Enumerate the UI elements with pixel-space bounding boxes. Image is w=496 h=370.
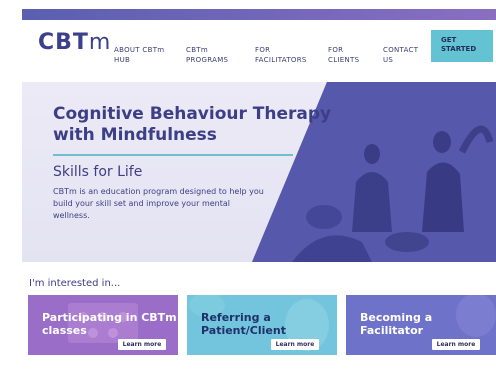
cta-label: STARTED [441, 45, 477, 53]
learn-more-button[interactable]: Learn more [271, 339, 319, 350]
nav-programs[interactable]: CBTm PROGRAMS [186, 45, 228, 65]
hero-section: Cognitive Behaviour Therapy with Mindful… [22, 82, 496, 262]
nav-label: CLIENTS [328, 56, 360, 64]
hero-subtitle: Skills for Life [53, 164, 143, 180]
nav-label: US [383, 56, 394, 64]
card-label: Referring a Patient/Client [201, 311, 286, 337]
nav-label: FOR [328, 46, 344, 54]
card-referring[interactable]: Referring a Patient/Client Learn more [187, 295, 337, 355]
nav-contact[interactable]: CONTACT US [383, 45, 418, 65]
nav-label: PROGRAMS [186, 56, 229, 64]
hero-description: CBTm is an education program designed to… [53, 187, 264, 220]
interest-heading: I'm interested in... [29, 278, 121, 289]
card-facilitator[interactable]: Becoming a Facilitator Learn more [346, 295, 496, 355]
nav-label: FOR [255, 46, 271, 54]
nav-label: FACILITATORS [255, 56, 307, 64]
learn-more-button[interactable]: Learn more [432, 339, 480, 350]
nav-clients[interactable]: FOR CLIENTS [328, 45, 359, 65]
hero-divider [53, 154, 293, 156]
get-started-button[interactable]: GET STARTED [431, 30, 493, 62]
nav-label: CONTACT [383, 46, 419, 54]
nav-label: ABOUT CBTm [114, 46, 165, 54]
card-label: Becoming a Facilitator [360, 311, 433, 337]
learn-more-button[interactable]: Learn more [118, 339, 166, 350]
card-participating[interactable]: Participating in CBTm classes Learn more [28, 295, 178, 355]
nav-label: CBTm [186, 46, 208, 54]
nav-about-hub[interactable]: ABOUT CBTm HUB [114, 45, 164, 65]
nav-label: HUB [114, 56, 131, 64]
top-accent-bar [22, 9, 496, 20]
hero-title: Cognitive Behaviour Therapy with Mindful… [53, 104, 332, 145]
card-label: Participating in CBTm classes [42, 311, 177, 337]
cta-label: GET [441, 36, 457, 44]
site-logo[interactable]: CBTm [38, 30, 111, 55]
nav-facilitators[interactable]: FOR FACILITATORS [255, 45, 307, 65]
